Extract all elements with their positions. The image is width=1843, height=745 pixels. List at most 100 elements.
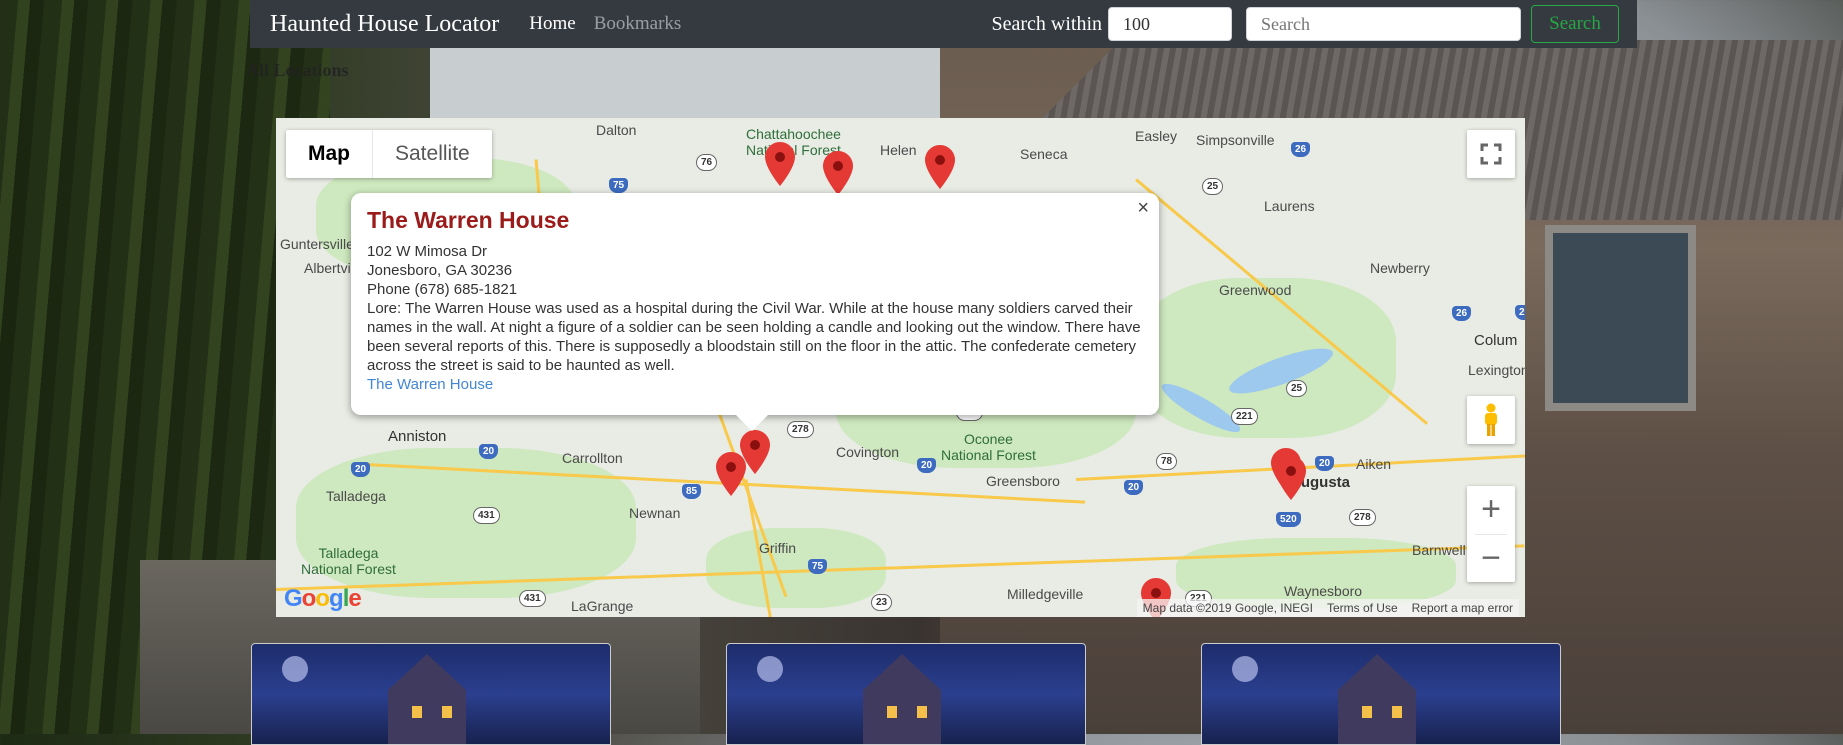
background-window bbox=[1545, 225, 1696, 411]
search-button[interactable]: Search bbox=[1531, 5, 1619, 43]
map-marker[interactable] bbox=[716, 452, 746, 496]
map-data-label: Map data ©2019 Google, INEGI bbox=[1142, 601, 1313, 615]
map-marker[interactable] bbox=[1276, 456, 1306, 500]
city-label: Greenwood bbox=[1219, 282, 1292, 298]
phone-number: Phone (678) 685-1821 bbox=[367, 281, 518, 298]
map-type-satellite[interactable]: Satellite bbox=[372, 130, 492, 178]
background-sky bbox=[430, 40, 950, 120]
search-form: Search within Search bbox=[991, 5, 1637, 43]
navbar: Haunted House Locator Home Bookmarks Sea… bbox=[250, 0, 1637, 48]
map-marker[interactable] bbox=[765, 142, 795, 186]
lore-text: Lore: The Warren House was used as a hos… bbox=[367, 300, 1141, 374]
forest-label: Talladega National Forest bbox=[301, 545, 396, 577]
city-label: Talladega bbox=[326, 488, 386, 504]
highway-shield: 25 bbox=[1286, 380, 1308, 397]
info-window-link[interactable]: The Warren House bbox=[367, 375, 1143, 394]
highway-shield: 25 bbox=[1202, 178, 1224, 195]
highway-shield: 78 bbox=[1156, 453, 1178, 470]
highway-shield: 431 bbox=[519, 590, 546, 607]
city-label: LaGrange bbox=[571, 598, 634, 614]
all-locations-label: All Locations bbox=[246, 60, 349, 80]
city-label: Barnwell bbox=[1412, 542, 1466, 558]
highway-shield: 20 bbox=[1315, 456, 1335, 471]
map-type-map[interactable]: Map bbox=[286, 130, 372, 178]
highway-shield: 26 bbox=[1452, 306, 1472, 321]
nav-home[interactable]: Home bbox=[529, 13, 575, 35]
highway-shield: 20 bbox=[917, 458, 937, 473]
card-image-window bbox=[1362, 706, 1372, 718]
card-image-window bbox=[442, 706, 452, 718]
highway-shield: 20 bbox=[1124, 480, 1144, 495]
zoom-out-icon[interactable]: − bbox=[1467, 534, 1515, 582]
map-type-control: Map Satellite bbox=[286, 130, 492, 178]
address-line-2: Jonesboro, GA 30236 bbox=[367, 262, 513, 279]
city-label: Guntersville bbox=[280, 236, 354, 252]
nav-bookmarks[interactable]: Bookmarks bbox=[594, 13, 682, 35]
highway-shield: 75 bbox=[609, 178, 629, 193]
card-image-window bbox=[1392, 706, 1402, 718]
haunted-house-image bbox=[863, 654, 941, 744]
card-image-window bbox=[917, 706, 927, 718]
highway-shield: 221 bbox=[1231, 408, 1258, 425]
fullscreen-button[interactable] bbox=[1467, 130, 1515, 178]
highway-shield: 26 bbox=[1291, 142, 1311, 157]
highway-shield: 520 bbox=[1276, 512, 1301, 527]
city-label: Griffin bbox=[759, 540, 797, 556]
zoom-control: + − bbox=[1467, 486, 1515, 582]
search-input[interactable] bbox=[1246, 7, 1521, 41]
city-label: Carrollton bbox=[562, 450, 623, 466]
city-label: Seneca bbox=[1020, 146, 1068, 162]
highway-shield: 431 bbox=[473, 507, 500, 524]
highway-shield: 20 bbox=[351, 462, 371, 477]
address-line-1: 102 W Mimosa Dr bbox=[367, 243, 488, 260]
street-view-button[interactable] bbox=[1467, 396, 1515, 444]
city-label: Waynesboro bbox=[1284, 583, 1363, 599]
highway-shield: 20 bbox=[1515, 305, 1525, 320]
zoom-in-icon[interactable]: + bbox=[1467, 486, 1515, 534]
city-label: Anniston bbox=[388, 428, 447, 445]
highway-shield: 76 bbox=[696, 154, 718, 171]
highway-shield: 23 bbox=[871, 594, 893, 611]
card-image-moon bbox=[1232, 656, 1258, 682]
map-attribution: Map data ©2019 Google, INEGI Terms of Us… bbox=[1136, 599, 1519, 617]
city-label: Newberry bbox=[1370, 260, 1430, 276]
radius-input[interactable] bbox=[1108, 7, 1232, 41]
info-window-title: The Warren House bbox=[367, 207, 570, 233]
terms-link[interactable]: Terms of Use bbox=[1327, 601, 1398, 615]
fullscreen-icon bbox=[1480, 143, 1502, 165]
location-card[interactable] bbox=[1201, 643, 1561, 745]
close-icon[interactable]: × bbox=[1137, 197, 1149, 220]
card-image-window bbox=[887, 706, 897, 718]
highway-shield: 278 bbox=[787, 421, 814, 438]
city-label: Albertvi bbox=[304, 260, 351, 276]
city-label: Greensboro bbox=[986, 473, 1060, 489]
card-image-moon bbox=[757, 656, 783, 682]
city-label: Newnan bbox=[629, 505, 681, 521]
highway-shield: 85 bbox=[682, 484, 702, 499]
city-label: Aiken bbox=[1356, 456, 1392, 472]
card-image-moon bbox=[282, 656, 308, 682]
highway-shield: 20 bbox=[479, 444, 499, 459]
brand[interactable]: Haunted House Locator bbox=[270, 11, 499, 38]
location-card[interactable] bbox=[251, 643, 611, 745]
city-label: Dalton bbox=[596, 122, 637, 138]
location-card[interactable] bbox=[726, 643, 1086, 745]
city-label: Easley bbox=[1135, 128, 1178, 144]
city-label: Colum bbox=[1474, 332, 1518, 349]
google-logo[interactable]: Google bbox=[284, 585, 362, 613]
map-marker[interactable] bbox=[925, 145, 955, 189]
pegman-icon bbox=[1485, 403, 1497, 436]
terrain-patch bbox=[1136, 278, 1396, 438]
card-image-window bbox=[412, 706, 422, 718]
report-error-link[interactable]: Report a map error bbox=[1412, 601, 1513, 615]
forest-label: Oconee National Forest bbox=[941, 431, 1036, 463]
search-within-label: Search within bbox=[991, 12, 1102, 35]
haunted-house-image bbox=[388, 654, 466, 744]
city-label: Simpsonville bbox=[1196, 132, 1275, 148]
city-label: Milledgeville bbox=[1007, 586, 1084, 602]
city-label: Lexington bbox=[1468, 362, 1525, 378]
highway-shield: 278 bbox=[1349, 509, 1376, 526]
map-marker[interactable] bbox=[823, 151, 853, 195]
map[interactable]: Chattahoochee National Forest Oconee Natio… bbox=[276, 118, 1525, 617]
city-label: Laurens bbox=[1264, 198, 1315, 214]
